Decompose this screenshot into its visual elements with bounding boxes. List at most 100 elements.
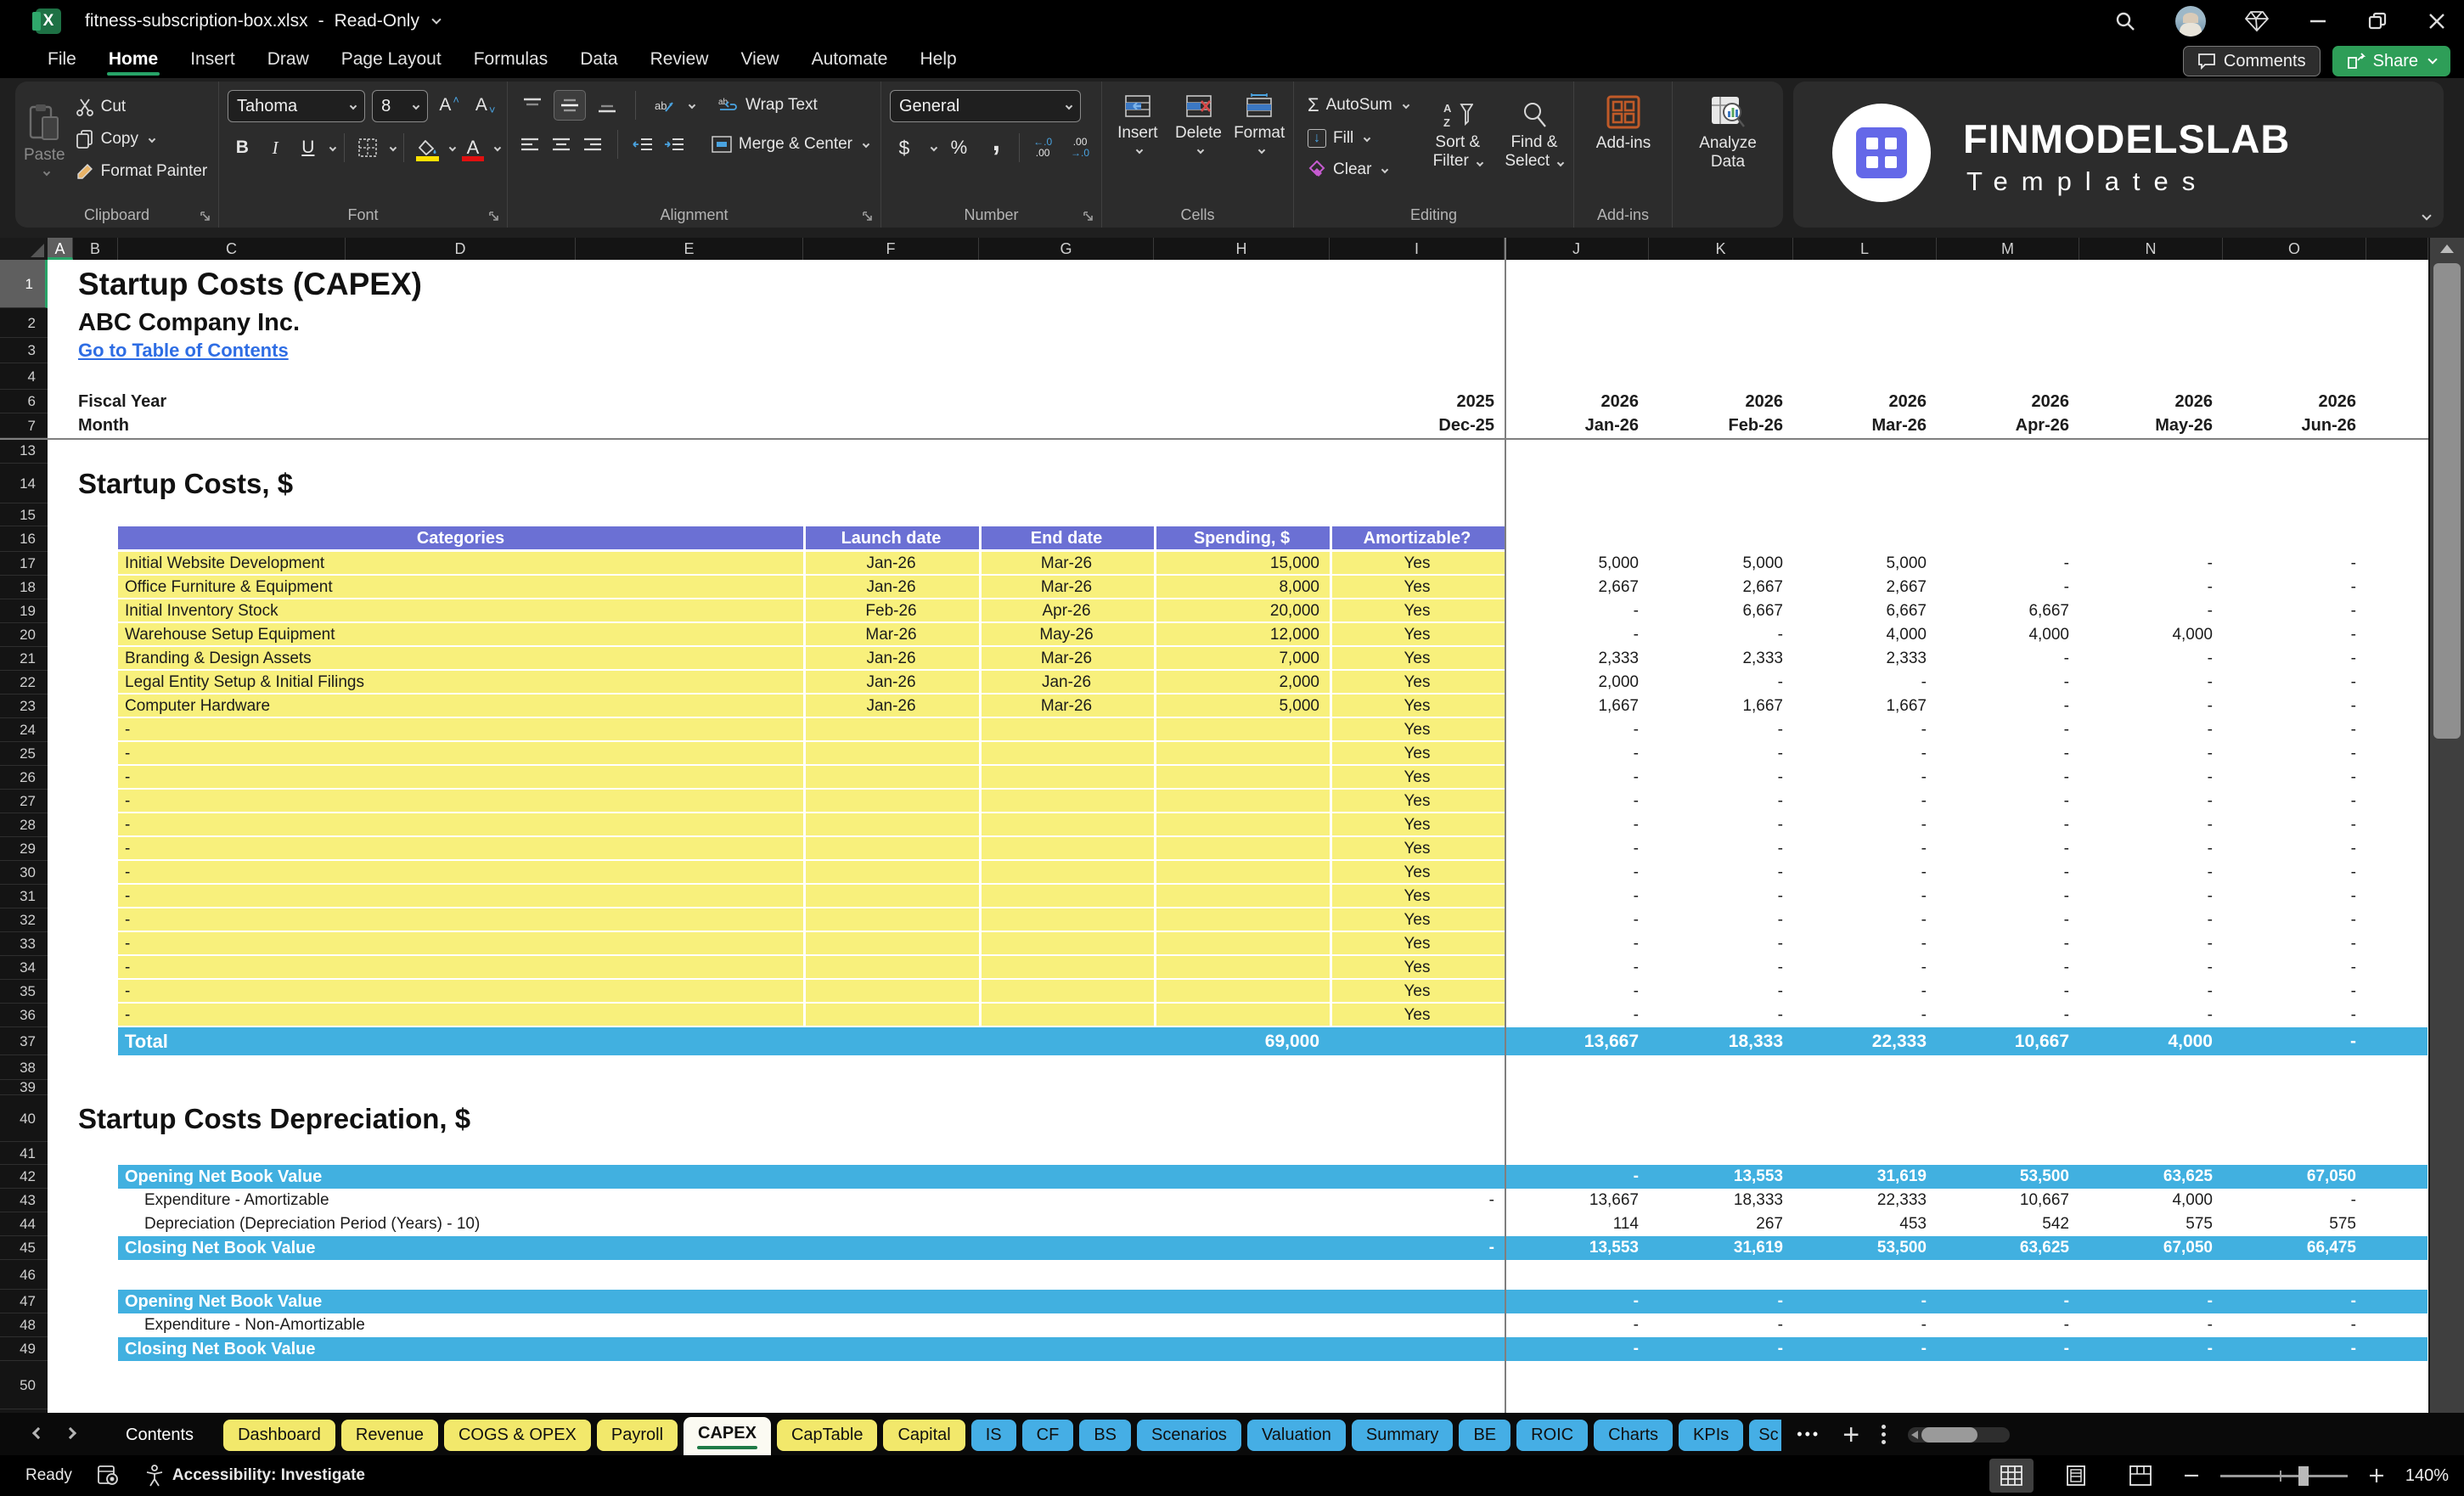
- category-cell[interactable]: -: [125, 766, 130, 790]
- paste-button[interactable]: Paste: [24, 90, 65, 188]
- readonly-badge[interactable]: Read-Only: [335, 11, 419, 31]
- format-cells-button[interactable]: Format: [1232, 93, 1286, 155]
- row-header-7[interactable]: 7: [0, 413, 48, 438]
- row-header-17[interactable]: 17: [0, 552, 48, 576]
- category-cell[interactable]: -: [125, 790, 130, 813]
- scroll-up-arrow-icon[interactable]: [2440, 245, 2454, 253]
- column-header-O[interactable]: O: [2223, 238, 2366, 260]
- row-header-50[interactable]: 50: [0, 1361, 48, 1409]
- row-header-26[interactable]: 26: [0, 766, 48, 790]
- fill-color-chevron-icon[interactable]: [448, 143, 456, 152]
- amortizable-cell[interactable]: Yes: [1330, 1004, 1505, 1027]
- row-header-31[interactable]: 31: [0, 885, 48, 908]
- end-date-cell[interactable]: Mar-26: [979, 647, 1154, 671]
- amortizable-cell[interactable]: Yes: [1330, 980, 1505, 1004]
- sheet-tab-valuation[interactable]: Valuation: [1246, 1420, 1346, 1451]
- comments-button[interactable]: Comments: [2182, 46, 2321, 76]
- align-top-button[interactable]: [516, 90, 548, 121]
- prev-sheet-button[interactable]: [31, 1426, 45, 1440]
- column-header-B[interactable]: B: [73, 238, 118, 260]
- zoom-level[interactable]: 140%: [2405, 1466, 2449, 1486]
- amortizable-cell[interactable]: Yes: [1330, 861, 1505, 885]
- launch-date-cell[interactable]: Jan-26: [803, 671, 979, 695]
- row-header-28[interactable]: 28: [0, 813, 48, 837]
- increase-decimal-button[interactable]: ←.0.00: [1028, 132, 1057, 163]
- number-dialog-launcher-icon[interactable]: [1083, 211, 1094, 222]
- delete-cells-button[interactable]: Delete: [1172, 93, 1226, 155]
- row-header-44[interactable]: 44: [0, 1212, 48, 1236]
- row-header-13[interactable]: 13: [0, 438, 48, 464]
- launch-date-cell[interactable]: Mar-26: [803, 623, 979, 647]
- row-header-46[interactable]: 46: [0, 1260, 48, 1290]
- sheet-tab-is[interactable]: IS: [970, 1420, 1016, 1451]
- column-header-H[interactable]: H: [1154, 238, 1330, 260]
- sheet-tab-captable[interactable]: CapTable: [776, 1420, 878, 1451]
- font-color-button[interactable]: A: [458, 132, 488, 163]
- select-all-corner[interactable]: [0, 238, 48, 260]
- row-header-32[interactable]: 32: [0, 908, 48, 932]
- row-header-20[interactable]: 20: [0, 623, 48, 647]
- sheet-tab-bs[interactable]: BS: [1079, 1420, 1131, 1451]
- table-of-contents-link[interactable]: Go to Table of Contents: [78, 338, 289, 363]
- spending-cell[interactable]: 8,000: [1192, 576, 1319, 599]
- row-header-22[interactable]: 22: [0, 671, 48, 695]
- launch-date-cell[interactable]: Jan-26: [803, 552, 979, 576]
- currency-format-button[interactable]: $: [890, 132, 919, 163]
- row-header-33[interactable]: 33: [0, 932, 48, 956]
- row-header-37[interactable]: 37: [0, 1027, 48, 1055]
- format-painter-button[interactable]: Format Painter: [70, 160, 213, 183]
- font-name-select[interactable]: Tahoma: [228, 90, 366, 122]
- row-header-3[interactable]: 3: [0, 338, 48, 363]
- analyze-data-button[interactable]: Analyze Data: [1681, 90, 1775, 172]
- category-cell[interactable]: -: [125, 932, 130, 956]
- row-header-48[interactable]: 48: [0, 1313, 48, 1337]
- column-header-G[interactable]: G: [979, 238, 1154, 260]
- merge-center-button[interactable]: Merge & Center: [706, 132, 874, 156]
- spending-cell[interactable]: 5,000: [1192, 695, 1319, 718]
- align-right-button[interactable]: [579, 129, 605, 160]
- row-header-30[interactable]: 30: [0, 861, 48, 885]
- category-cell[interactable]: Legal Entity Setup & Initial Filings: [125, 671, 364, 695]
- horizontal-scrollbar[interactable]: [1908, 1426, 2011, 1443]
- menu-tab-view[interactable]: View: [727, 42, 792, 78]
- orientation-button[interactable]: ab: [648, 90, 680, 121]
- row-header-21[interactable]: 21: [0, 647, 48, 671]
- menu-tab-help[interactable]: Help: [906, 42, 970, 78]
- end-date-cell[interactable]: Apr-26: [979, 599, 1154, 623]
- horizontal-scrollbar-thumb[interactable]: [1921, 1426, 1978, 1443]
- amortizable-cell[interactable]: Yes: [1330, 956, 1505, 980]
- sheet-tab-cf[interactable]: CF: [1021, 1420, 1074, 1451]
- row-header-49[interactable]: 49: [0, 1337, 48, 1361]
- amortizable-cell[interactable]: Yes: [1330, 837, 1505, 861]
- vertical-scrollbar[interactable]: [2430, 238, 2464, 1413]
- launch-date-cell[interactable]: Jan-26: [803, 647, 979, 671]
- close-button[interactable]: [2427, 11, 2447, 31]
- category-cell[interactable]: Initial Website Development: [125, 552, 324, 576]
- end-date-cell[interactable]: Mar-26: [979, 552, 1154, 576]
- amortizable-cell[interactable]: Yes: [1330, 790, 1505, 813]
- alignment-dialog-launcher-icon[interactable]: [862, 211, 874, 222]
- category-cell[interactable]: Office Furniture & Equipment: [125, 576, 333, 599]
- row-header-45[interactable]: 45: [0, 1236, 48, 1260]
- page-break-preview-button[interactable]: [2118, 1459, 2163, 1493]
- sheet-tab-payroll[interactable]: Payroll: [596, 1420, 678, 1451]
- row-header-42[interactable]: 42: [0, 1165, 48, 1189]
- category-cell[interactable]: -: [125, 861, 130, 885]
- column-header-L[interactable]: L: [1793, 238, 1937, 260]
- column-header-D[interactable]: D: [346, 238, 576, 260]
- macro-record-icon[interactable]: [98, 1465, 120, 1486]
- normal-view-button[interactable]: [1989, 1459, 2034, 1493]
- spending-cell[interactable]: 15,000: [1192, 552, 1319, 576]
- avatar[interactable]: [2175, 6, 2206, 37]
- category-cell[interactable]: -: [125, 718, 130, 742]
- sheet-tab-revenue[interactable]: Revenue: [340, 1420, 438, 1451]
- category-cell[interactable]: Initial Inventory Stock: [125, 599, 278, 623]
- spending-cell[interactable]: 2,000: [1192, 671, 1319, 695]
- number-format-select[interactable]: General: [890, 90, 1081, 122]
- amortizable-cell[interactable]: Yes: [1330, 552, 1505, 576]
- column-header-F[interactable]: F: [803, 238, 979, 260]
- amortizable-cell[interactable]: Yes: [1330, 813, 1505, 837]
- row-header-1[interactable]: 1: [0, 260, 48, 308]
- spending-cell[interactable]: 7,000: [1192, 647, 1319, 671]
- row-header-47[interactable]: 47: [0, 1290, 48, 1313]
